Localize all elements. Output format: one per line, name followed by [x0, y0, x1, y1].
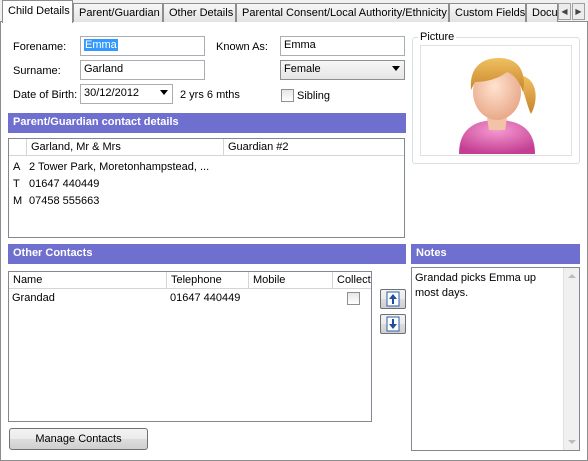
- dob-value: 30/12/2012: [84, 87, 140, 99]
- tab-label: Other Details: [169, 7, 234, 19]
- tab-documents[interactable]: Docu: [526, 3, 558, 22]
- chevron-down-icon[interactable]: [392, 66, 400, 71]
- column-telephone[interactable]: Telephone: [167, 272, 249, 289]
- sibling-checkbox[interactable]: [281, 89, 294, 102]
- move-up-button[interactable]: [380, 289, 406, 309]
- parent-contacts-header: Parent/Guardian contact details: [8, 113, 406, 133]
- contact-telephone: 01647 440449: [170, 292, 241, 304]
- child-avatar-icon: [459, 58, 536, 154]
- tab-label: Docu: [532, 7, 558, 19]
- surname-label: Surname:: [13, 65, 61, 77]
- arrow-down-icon: [386, 316, 400, 332]
- tab-parental-consent[interactable]: Parental Consent/Local Authority/Ethnici…: [236, 3, 449, 22]
- tab-child-details[interactable]: Child Details: [2, 0, 73, 23]
- known-as-value: Emma: [284, 39, 316, 51]
- age-text: 2 yrs 6 mths: [180, 89, 240, 101]
- sibling-label: Sibling: [297, 90, 331, 102]
- manage-contacts-button[interactable]: Manage Contacts: [9, 428, 148, 450]
- scroll-up-icon[interactable]: [568, 274, 576, 278]
- column-name[interactable]: Name: [9, 272, 167, 289]
- tab-label: Child Details: [8, 5, 70, 17]
- tab-label: Parent/Guardian: [79, 7, 160, 19]
- tab-custom-fields[interactable]: Custom Fields: [449, 3, 526, 22]
- gender-value: Female: [284, 63, 321, 75]
- chevron-right-icon: ▶: [575, 7, 582, 16]
- row-code: A: [13, 161, 21, 173]
- picture-frame[interactable]: [420, 45, 572, 156]
- parent-contacts-grid-header: Garland, Mr & Mrs Guardian #2: [9, 139, 404, 156]
- notes-text: Grandad picks Emma up most days.: [415, 272, 537, 299]
- surname-field[interactable]: Garland: [80, 60, 205, 80]
- address-value: 2 Tower Park, Moretonhampstead, ...: [29, 161, 210, 173]
- tab-scroll-right-button[interactable]: ▶: [572, 3, 585, 20]
- notes-scrollbar[interactable]: [563, 268, 579, 450]
- table-row[interactable]: Grandad 01647 440449: [9, 290, 371, 307]
- telephone-value: 01647 440449: [29, 178, 100, 190]
- row-code: T: [13, 178, 20, 190]
- gender-select[interactable]: Female: [280, 60, 405, 80]
- grid-header-spacer: [9, 139, 27, 156]
- column-guardian-1: Garland, Mr & Mrs: [27, 139, 224, 156]
- tab-scroll-left-button[interactable]: ◀: [558, 3, 571, 20]
- picture-label: Picture: [418, 31, 457, 43]
- dob-date-picker[interactable]: 30/12/2012: [80, 84, 173, 104]
- forename-label: Forename:: [13, 41, 67, 53]
- chevron-down-icon[interactable]: [160, 90, 168, 95]
- arrow-up-icon: [386, 291, 400, 307]
- scroll-down-icon[interactable]: [568, 440, 576, 444]
- chevron-left-icon: ◀: [561, 7, 568, 16]
- column-collect[interactable]: Collect: [333, 272, 371, 289]
- tab-parent-guardian[interactable]: Parent/Guardian: [73, 3, 163, 22]
- mobile-value: 07458 555663: [29, 195, 100, 207]
- other-contacts-grid: Name Telephone Mobile Collect Grandad 01…: [8, 271, 372, 422]
- column-mobile[interactable]: Mobile: [249, 272, 333, 289]
- tab-label: Custom Fields: [455, 7, 526, 19]
- forename-field[interactable]: Emma: [80, 36, 205, 56]
- surname-value: Garland: [84, 63, 124, 75]
- tab-strip: Child Details Parent/Guardian Other Deta…: [0, 0, 588, 23]
- contact-name: Grandad: [12, 292, 55, 304]
- other-contacts-header: Other Contacts: [8, 244, 406, 264]
- forename-value: Emma: [84, 39, 118, 51]
- tab-other-details[interactable]: Other Details: [163, 3, 236, 22]
- collect-checkbox[interactable]: [347, 292, 360, 305]
- notes-header: Notes: [411, 244, 580, 264]
- other-contacts-grid-header: Name Telephone Mobile Collect: [9, 272, 371, 289]
- row-code: M: [13, 195, 23, 207]
- dob-label: Date of Birth:: [13, 89, 78, 101]
- column-guardian-2: Guardian #2: [228, 141, 289, 153]
- tab-label: Parental Consent/Local Authority/Ethnici…: [242, 7, 447, 19]
- notes-textarea[interactable]: Grandad picks Emma up most days.: [411, 267, 580, 451]
- known-as-field[interactable]: Emma: [280, 36, 405, 56]
- known-as-label: Known As:: [216, 41, 268, 53]
- move-down-button[interactable]: [380, 314, 406, 334]
- parent-contacts-grid: Garland, Mr & Mrs Guardian #2 A 2 Tower …: [8, 138, 405, 238]
